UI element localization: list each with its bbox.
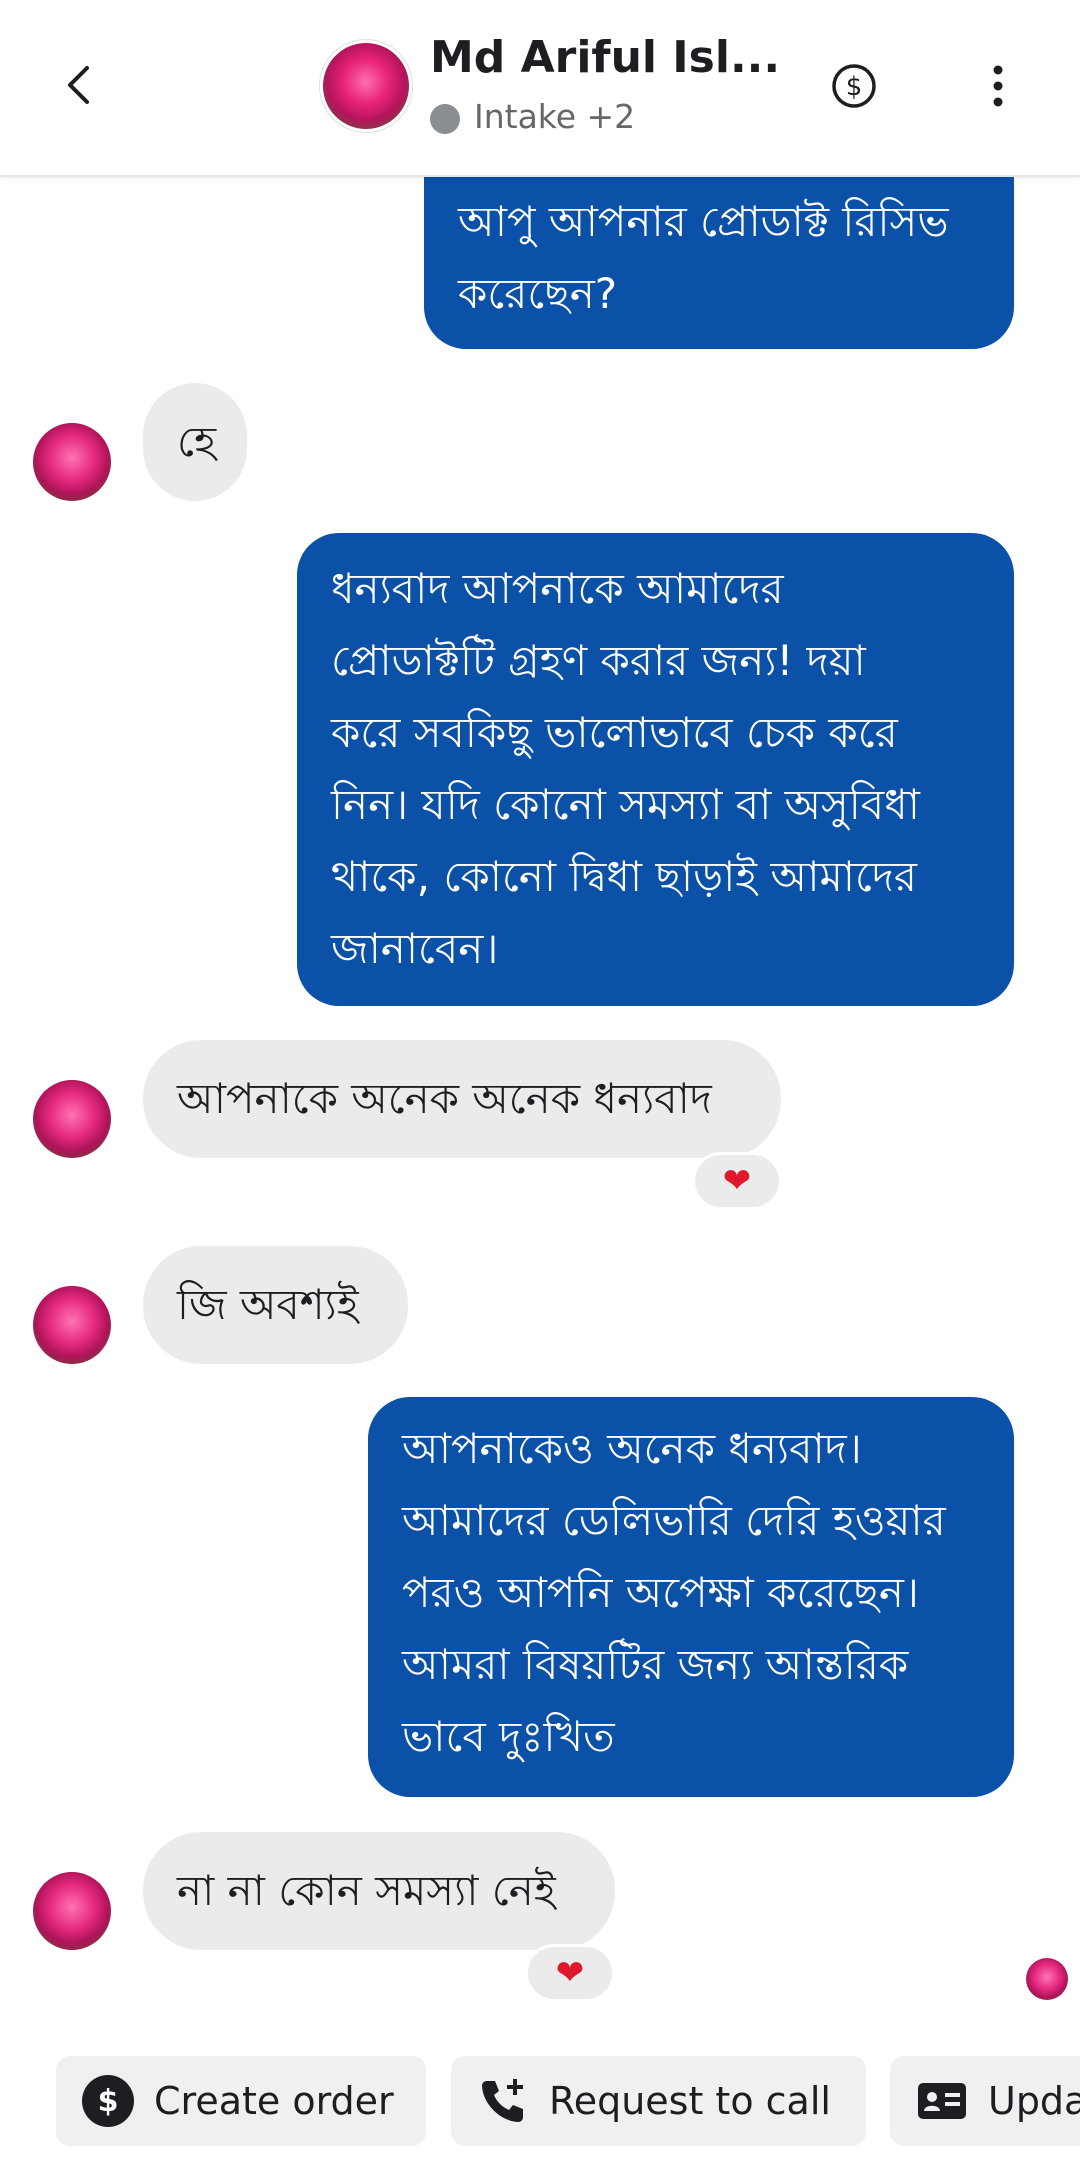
request-call-label: Request to call <box>549 2079 831 2123</box>
outgoing-message[interactable]: আপু আপনার প্রোডাক্ট রিসিভ করেছেন? <box>424 166 1014 349</box>
dollar-circle-icon[interactable]: $ <box>830 62 878 110</box>
heart-reaction[interactable]: ❤ <box>692 1152 782 1210</box>
update-button[interactable]: Upda <box>890 2056 1080 2146</box>
sender-avatar[interactable] <box>33 423 111 501</box>
request-call-button[interactable]: Request to call <box>451 2056 866 2146</box>
incoming-message[interactable]: আপনাকে অনেক অনেক ধন্যবাদ <box>143 1040 781 1158</box>
contact-name[interactable]: Md Ariful Isl... <box>430 32 780 83</box>
svg-text:$: $ <box>98 2084 119 2119</box>
incoming-message[interactable]: জি অবশ্যই <box>143 1246 408 1364</box>
svg-text:$: $ <box>846 72 863 102</box>
incoming-message[interactable]: না না কোন সমস্যা নেই <box>143 1832 615 1950</box>
chat-header: Md Ariful Isl... Intake +2 $ <box>0 0 1080 177</box>
create-order-label: Create order <box>154 2079 394 2123</box>
phone-plus-icon <box>482 2079 523 2122</box>
outgoing-message[interactable]: ধন্যবাদ আপনাকে আমাদের প্রোডাক্টটি গ্রহণ … <box>297 533 1014 1006</box>
dollar-circle-icon: $ <box>82 2075 134 2127</box>
sender-avatar[interactable] <box>33 1286 111 1364</box>
heart-icon: ❤ <box>722 1161 752 1201</box>
sender-avatar[interactable] <box>33 1872 111 1950</box>
sender-avatar[interactable] <box>33 1080 111 1158</box>
seen-indicator-avatar <box>1026 1958 1068 2000</box>
create-order-button[interactable]: $ Create order <box>56 2056 426 2146</box>
status-dot <box>430 104 460 134</box>
incoming-message[interactable]: হে <box>143 383 247 501</box>
more-vertical-icon[interactable] <box>978 62 1018 110</box>
status-label[interactable]: Intake +2 <box>474 97 635 136</box>
contact-card-icon <box>918 2083 966 2119</box>
contact-avatar[interactable] <box>320 40 412 132</box>
heart-reaction[interactable]: ❤ <box>525 1944 615 2002</box>
outgoing-message[interactable]: আপনাকেও অনেক ধন্যবাদ। আমাদের ডেলিভারি দে… <box>368 1397 1014 1797</box>
update-label: Upda <box>988 2079 1080 2123</box>
back-chevron-icon[interactable] <box>55 60 105 110</box>
heart-icon: ❤ <box>555 1953 585 1993</box>
